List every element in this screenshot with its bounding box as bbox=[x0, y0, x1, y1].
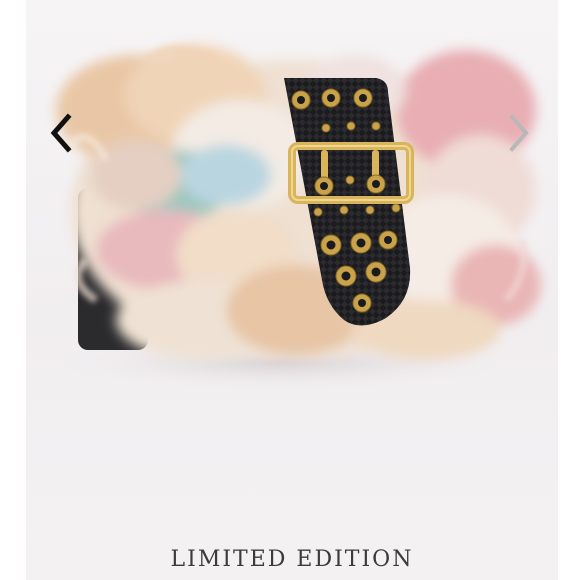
caption-label: LIMITED EDITION bbox=[170, 546, 414, 572]
chevron-left-icon bbox=[50, 113, 72, 153]
next-image-button[interactable] bbox=[504, 112, 534, 154]
product-image bbox=[51, 45, 541, 392]
caption-bar: LIMITED EDITION bbox=[26, 538, 558, 580]
previous-image-button[interactable] bbox=[46, 112, 76, 154]
chevron-right-icon bbox=[509, 114, 529, 152]
image-gallery bbox=[26, 0, 558, 538]
product-card: LIMITED EDITION bbox=[26, 0, 558, 580]
